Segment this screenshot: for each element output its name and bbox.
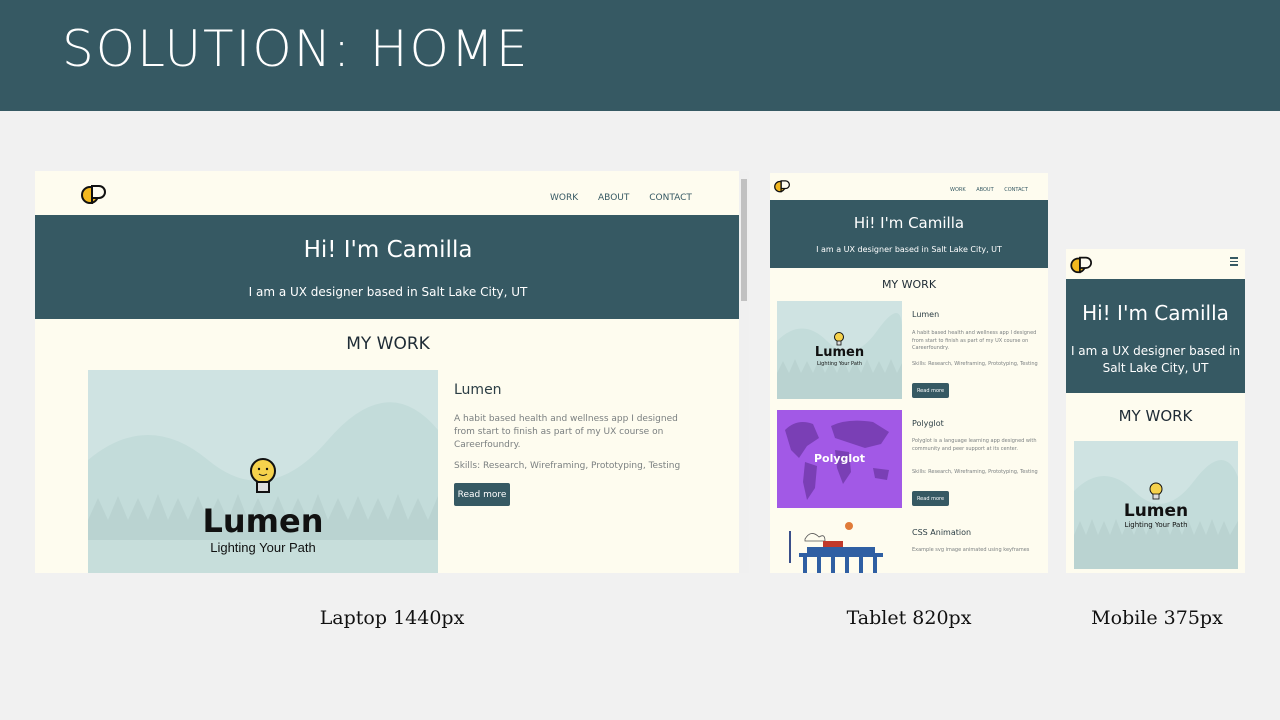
nav-work[interactable]: WORK <box>950 187 966 193</box>
slide-header: SOLUTION: HOME <box>0 0 1280 111</box>
main-nav: WORK ABOUT CONTACT <box>550 193 692 203</box>
lightbulb-icon <box>1149 482 1163 500</box>
laptop-scrollbar[interactable] <box>739 171 749 573</box>
lumen-read-more-button[interactable]: Read more <box>454 483 510 506</box>
hero-subheading: I am a UX designer based in Salt Lake Ci… <box>816 245 1002 254</box>
polyglot-thumbnail[interactable]: Polyglot <box>777 410 902 508</box>
lumen-thumbnail[interactable]: Lumen Lighting Your Path <box>1074 441 1238 569</box>
polyglot-read-more-button[interactable]: Read more <box>912 491 949 506</box>
lumen-description: A habit based health and wellness app I … <box>454 414 678 450</box>
slide-title: SOLUTION: HOME <box>62 20 530 78</box>
lumen-logo-text: Lumen <box>1123 501 1189 521</box>
cp-logo-icon[interactable] <box>1070 255 1095 274</box>
polyglot-skills: Skills: Research, Wireframing, Prototypi… <box>912 469 1038 475</box>
my-work-title: MY WORK <box>1118 407 1193 425</box>
cp-logo-icon[interactable] <box>774 179 792 193</box>
lightbulb-icon <box>834 332 844 346</box>
css-animation-thumbnail[interactable] <box>777 519 902 573</box>
hero-banner: Hi! I'm Camilla I am a UX designer based… <box>770 200 1048 268</box>
lumen-tagline: Lighting Your Path <box>816 361 863 367</box>
hero-heading: Hi! I'm Camilla <box>853 214 965 232</box>
mobile-caption: Mobile 375px <box>1091 607 1223 629</box>
lumen-logo-text: Lumen <box>202 502 324 540</box>
nav-work[interactable]: WORK <box>550 193 578 203</box>
mobile-frame: Hi! I'm Camilla I am a UX designer based… <box>1066 249 1245 573</box>
lumen-tagline: Lighting Your Path <box>210 540 316 555</box>
my-work-title: MY WORK <box>881 278 937 291</box>
lumen-skills: Skills: Research, Wireframing, Prototypi… <box>454 461 681 471</box>
nav-about[interactable]: ABOUT <box>598 193 629 203</box>
hero-banner: Hi! I'm Camilla I am a UX designer based… <box>35 215 741 319</box>
lumen-title: Lumen <box>912 310 940 319</box>
nav-contact[interactable]: CONTACT <box>649 193 692 203</box>
lumen-description: A habit based health and wellness app I … <box>912 330 1037 351</box>
css-animation-description: Example svg image animated using keyfram… <box>912 547 1030 553</box>
cp-logo-icon[interactable] <box>81 183 109 205</box>
hero-subheading: I am a UX designer based in Salt Lake Ci… <box>1070 344 1241 375</box>
my-work-title: MY WORK <box>346 334 430 354</box>
laptop-frame: WORK ABOUT CONTACT Hi! I'm Camilla I am … <box>35 171 749 573</box>
hero-subheading: I am a UX designer based in Salt Lake Ci… <box>248 285 528 299</box>
brandenburg-gate-art <box>789 522 883 573</box>
lumen-thumbnail[interactable]: Lumen Lighting Your Path <box>777 301 902 399</box>
polyglot-description: Polyglot is a language learning app desi… <box>912 438 1037 452</box>
tablet-frame: WORK ABOUT CONTACT Hi! I'm Camilla I am … <box>770 173 1048 573</box>
lumen-read-more-button[interactable]: Read more <box>912 383 949 398</box>
lumen-skills: Skills: Research, Wireframing, Prototypi… <box>912 361 1038 367</box>
lumen-thumbnail[interactable]: Lumen Lighting Your Path <box>88 370 438 573</box>
laptop-caption: Laptop 1440px <box>319 607 465 629</box>
lumen-title: Lumen <box>454 382 502 398</box>
hero-heading: Hi! I'm Camilla <box>303 237 473 263</box>
hero-heading: Hi! I'm Camilla <box>1082 301 1229 325</box>
tablet-nav: WORK ABOUT CONTACT <box>950 187 1028 193</box>
css-animation-title: CSS Animation <box>912 528 972 537</box>
polyglot-logo-text: Polyglot <box>813 452 866 465</box>
hamburger-menu-icon[interactable] <box>1230 257 1238 266</box>
tablet-caption: Tablet 820px <box>846 607 972 629</box>
laptop-scroll-thumb[interactable] <box>741 179 747 301</box>
nav-contact[interactable]: CONTACT <box>1004 187 1028 193</box>
polyglot-title: Polyglot <box>912 419 944 428</box>
nav-about[interactable]: ABOUT <box>976 187 993 193</box>
hero-banner: Hi! I'm Camilla I am a UX designer based… <box>1066 279 1245 393</box>
lumen-tagline: Lighting Your Path <box>1124 521 1188 529</box>
lumen-logo-text: Lumen <box>814 345 865 360</box>
